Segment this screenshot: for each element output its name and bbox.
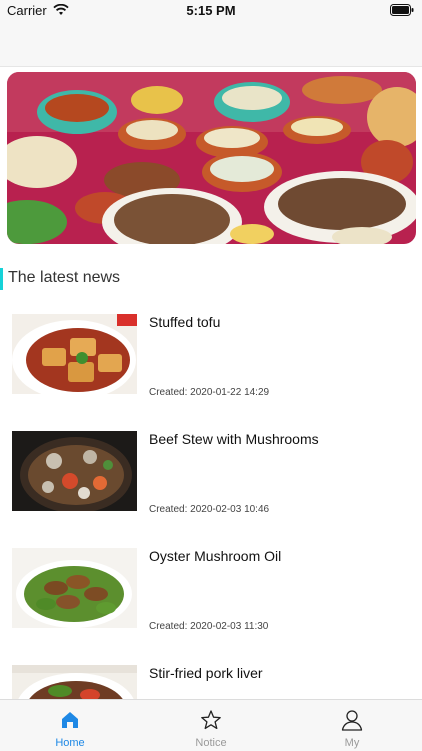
tab-label: Notice [195, 737, 227, 749]
navigation-bar [0, 22, 422, 67]
status-time: 5:15 PM [186, 3, 236, 18]
person-icon [341, 710, 363, 731]
star-icon [201, 710, 221, 730]
news-item[interactable]: Stuffed tofu Created: 2020-01-22 14:29 [0, 314, 422, 414]
section-accent-bar [0, 268, 3, 290]
banner-image[interactable] [7, 72, 416, 244]
news-title: Beef Stew with Mushrooms [149, 431, 319, 447]
section-title: The latest news [8, 269, 121, 286]
news-title: Stir-fried pork liver [149, 665, 263, 681]
news-date: Created: 2020-02-03 11:30 [149, 621, 269, 632]
news-thumbnail [12, 665, 137, 699]
news-item[interactable]: Beef Stew with Mushrooms Created: 2020-0… [0, 431, 422, 531]
home-icon [62, 712, 78, 728]
tab-label: My [344, 737, 360, 749]
tab-bar: Home Notice My [0, 699, 422, 751]
tab-home[interactable]: Home [0, 700, 140, 751]
tab-label: Home [55, 737, 85, 749]
news-thumbnail [12, 314, 137, 394]
status-bar: Carrier 5:15 PM [0, 0, 422, 22]
news-item[interactable]: Stir-fried pork liver [0, 665, 422, 699]
news-thumbnail [12, 431, 137, 511]
battery-icon [390, 4, 414, 16]
tab-notice[interactable]: Notice [141, 700, 281, 751]
news-title: Stuffed tofu [149, 314, 221, 330]
tab-my[interactable]: My [282, 700, 422, 751]
news-thumbnail [12, 548, 137, 628]
news-date: Created: 2020-02-03 10:46 [149, 504, 270, 515]
news-date: Created: 2020-01-22 14:29 [149, 387, 270, 398]
section-header: The latest news [0, 266, 300, 290]
news-item[interactable]: Oyster Mushroom Oil Created: 2020-02-03 … [0, 548, 422, 648]
news-title: Oyster Mushroom Oil [149, 548, 282, 564]
